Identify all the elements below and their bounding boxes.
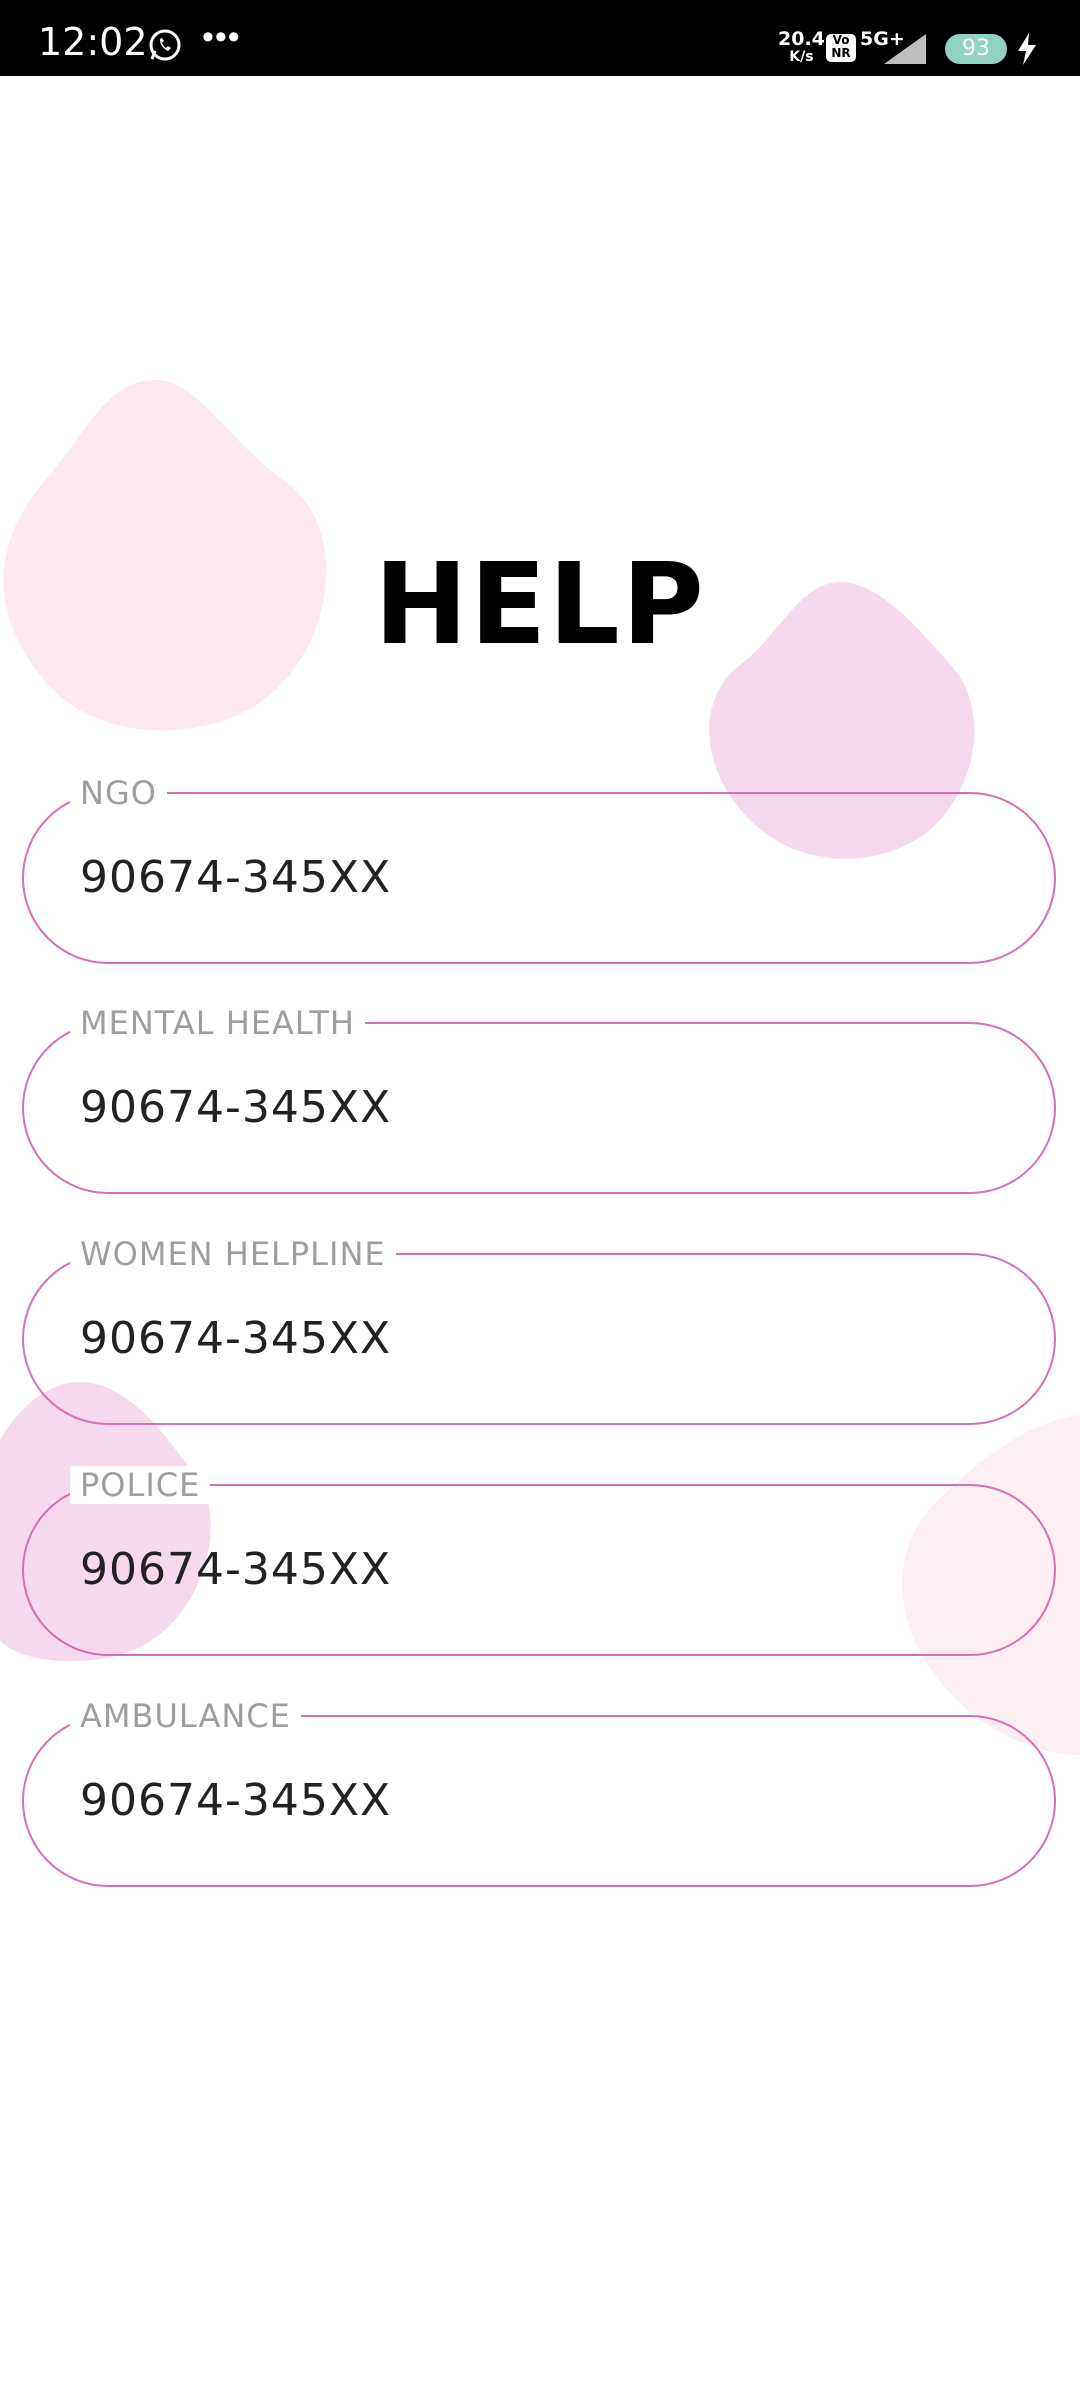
status-bar: 12:02 ••• 20.4 K/s Vo NR 5G+ 93 (0, 0, 1080, 76)
ambulance-field[interactable]: AMBULANCE 90674-345XX (22, 1697, 1056, 1887)
speed-unit: K/s (789, 49, 814, 65)
volte-line2: NR (831, 46, 851, 60)
ngo-field[interactable]: NGO 90674-345XX (22, 774, 1056, 964)
ngo-label: NGO (70, 774, 167, 812)
mental-health-number[interactable]: 90674-345XX (80, 1082, 391, 1133)
whatsapp-icon (149, 29, 181, 61)
women-helpline-number[interactable]: 90674-345XX (80, 1313, 391, 1364)
more-icon: ••• (202, 18, 241, 56)
women-helpline-field[interactable]: WOMEN HELPLINE 90674-345XX (22, 1235, 1056, 1425)
signal-icon (884, 34, 926, 64)
volte-badge: Vo NR (826, 34, 856, 62)
ngo-number[interactable]: 90674-345XX (80, 852, 391, 903)
police-field[interactable]: POLICE 90674-345XX (22, 1466, 1056, 1656)
network-speed: 20.4 K/s (778, 30, 825, 66)
ambulance-label: AMBULANCE (70, 1697, 301, 1735)
speed-value: 20.4 (778, 28, 825, 50)
page-title: HELP (374, 540, 706, 670)
status-time: 12:02 (38, 20, 148, 64)
charging-icon (1018, 33, 1036, 65)
ambulance-number[interactable]: 90674-345XX (80, 1775, 391, 1826)
mental-health-label: MENTAL HEALTH (70, 1004, 365, 1042)
women-helpline-label: WOMEN HELPLINE (70, 1235, 396, 1273)
mental-health-field[interactable]: MENTAL HEALTH 90674-345XX (22, 1004, 1056, 1194)
police-number[interactable]: 90674-345XX (80, 1544, 391, 1595)
battery-level: 93 (945, 34, 1007, 64)
police-label: POLICE (70, 1466, 211, 1504)
